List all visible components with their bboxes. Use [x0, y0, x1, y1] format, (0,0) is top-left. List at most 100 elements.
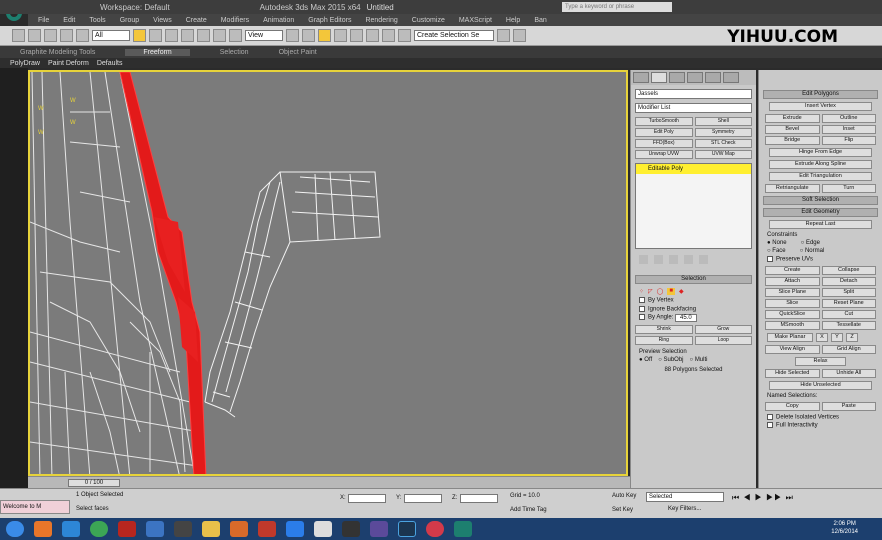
window-crossing-icon[interactable] — [181, 29, 194, 42]
mod-shell[interactable]: Shell — [694, 117, 752, 126]
insert-vertex-button[interactable]: Insert Vertex — [769, 102, 872, 111]
select-object-icon[interactable] — [133, 29, 146, 42]
move-icon[interactable] — [197, 29, 210, 42]
create-tab-icon[interactable] — [633, 72, 649, 83]
edit-geometry-header[interactable]: Edit Geometry — [763, 208, 878, 217]
app-icon-4[interactable] — [314, 521, 332, 537]
stack-item-editable-poly[interactable]: Editable Poly — [636, 164, 751, 174]
perspective-viewport[interactable]: W W W W — [28, 70, 628, 476]
mod-symmetry[interactable]: Symmetry — [694, 128, 752, 137]
split-checkbox[interactable]: Split — [821, 287, 876, 297]
subtab-paint-deform[interactable]: Paint Deform — [48, 60, 89, 67]
time-slider[interactable]: 0 / 100 — [68, 479, 120, 487]
key-filters-button[interactable]: Key Filters... — [668, 506, 701, 512]
mod-turbosmooth[interactable]: TurboSmooth — [635, 117, 693, 126]
grid-align-button[interactable]: Grid Align — [821, 344, 876, 354]
soft-selection-header[interactable]: Soft Selection — [763, 196, 878, 205]
start-button-icon[interactable] — [6, 521, 24, 537]
outline-button[interactable]: Outline — [821, 114, 876, 123]
menu-item-tools[interactable]: Tools — [89, 17, 105, 24]
mod-stl-check[interactable]: STL Check — [694, 139, 752, 148]
align-icon[interactable] — [513, 29, 526, 42]
border-icon[interactable]: ◯ — [657, 288, 664, 295]
app-icon-7[interactable] — [426, 521, 444, 537]
app-icon-2[interactable] — [174, 521, 192, 537]
select-by-name-icon[interactable] — [149, 29, 162, 42]
firefox-icon[interactable] — [34, 521, 52, 537]
grow-button[interactable]: Grow — [694, 324, 752, 334]
dropbox-icon[interactable] — [286, 521, 304, 537]
tab-graphite[interactable]: Graphite Modeling Tools — [20, 49, 95, 56]
preserve-uvs-checkbox[interactable] — [767, 256, 773, 262]
subtab-polydraw[interactable]: PolyDraw — [10, 60, 40, 67]
mirror-icon[interactable] — [497, 29, 510, 42]
tab-object-paint[interactable]: Object Paint — [279, 49, 317, 56]
pin-stack-icon[interactable] — [639, 255, 648, 264]
bridge-button[interactable]: Bridge — [765, 136, 820, 145]
undo-icon[interactable] — [12, 29, 25, 42]
slice-plane-button[interactable]: Slice Plane — [765, 287, 820, 297]
edit-triangulation-button[interactable]: Edit Triangulation — [769, 172, 872, 181]
unhide-all-button[interactable]: Unhide All — [821, 368, 876, 378]
turn-button[interactable]: Turn — [821, 184, 876, 193]
menu-item-file[interactable]: File — [38, 17, 49, 24]
rect-region-icon[interactable] — [165, 29, 178, 42]
constraint-normal-radio[interactable]: ○ Normal — [800, 248, 825, 254]
planar-z-button[interactable]: Z — [846, 332, 858, 342]
bevel-button[interactable]: Bevel — [765, 125, 820, 134]
ring-button[interactable]: Ring — [635, 335, 693, 345]
menu-item-ban[interactable]: Ban — [534, 17, 546, 24]
search-input[interactable]: Type a keyword or phrase — [562, 2, 672, 12]
menu-item-rendering[interactable]: Rendering — [365, 17, 397, 24]
menu-item-help[interactable]: Help — [506, 17, 520, 24]
3dsmax-taskbar-icon[interactable] — [454, 521, 472, 537]
key-selection-select[interactable]: Selected — [646, 492, 724, 502]
folder-icon[interactable] — [202, 521, 220, 537]
manipulate-icon[interactable] — [302, 29, 315, 42]
repeat-last-button[interactable]: Repeat Last — [769, 220, 872, 229]
display-tab-icon[interactable] — [705, 72, 721, 83]
loop-button[interactable]: Loop — [694, 335, 752, 345]
keyboard-shortcut-icon[interactable] — [318, 29, 331, 42]
slice-button[interactable]: Slice — [765, 298, 820, 308]
msmooth-button[interactable]: MSmooth — [765, 320, 820, 330]
hinge-button[interactable]: Hinge From Edge — [769, 148, 872, 157]
menu-item-graph-editors[interactable]: Graph Editors — [308, 17, 351, 24]
angle-snap-icon[interactable] — [350, 29, 363, 42]
mod-unwrap-uvw[interactable]: Unwrap UVW — [635, 150, 693, 159]
make-unique-icon[interactable] — [669, 255, 678, 264]
configure-sets-icon[interactable] — [699, 255, 708, 264]
chrome-icon[interactable] — [90, 521, 108, 537]
menu-item-modifiers[interactable]: Modifiers — [221, 17, 249, 24]
element-icon[interactable]: ◆ — [679, 288, 684, 295]
make-planar-button[interactable]: Make Planar — [767, 332, 813, 342]
create-button[interactable]: Create — [765, 265, 820, 275]
modify-tab-icon[interactable] — [651, 72, 667, 83]
remove-modifier-icon[interactable] — [684, 255, 693, 264]
rotate-icon[interactable] — [213, 29, 226, 42]
shrink-button[interactable]: Shrink — [635, 324, 693, 334]
cut-button[interactable]: Cut — [821, 309, 876, 319]
pivot-icon[interactable] — [286, 29, 299, 42]
polygon-icon[interactable]: ■ — [667, 288, 675, 295]
reset-plane-button[interactable]: Reset Plane — [821, 298, 876, 308]
edit-polygons-header[interactable]: Edit Polygons — [763, 90, 878, 99]
delete-isolated-checkbox[interactable] — [767, 413, 773, 420]
set-key-button[interactable]: Set Key — [612, 507, 633, 513]
named-selection-select[interactable]: Create Selection Se — [414, 30, 494, 41]
maxscript-listener[interactable]: Welcome to M — [0, 500, 70, 514]
vertex-icon[interactable]: ⁘ — [639, 288, 644, 295]
utilities-tab-icon[interactable] — [723, 72, 739, 83]
by-vertex-checkbox[interactable] — [639, 297, 645, 303]
detach-button[interactable]: Detach — [821, 276, 876, 286]
x-coord-field[interactable] — [348, 494, 386, 503]
menu-item-edit[interactable]: Edit — [63, 17, 75, 24]
y-coord-field[interactable] — [404, 494, 442, 503]
reference-coord-select[interactable]: View — [245, 30, 283, 41]
edit-named-sel-icon[interactable] — [398, 29, 411, 42]
motion-tab-icon[interactable] — [687, 72, 703, 83]
playback-controls[interactable]: ⏮ ◀ ▶ ▶▶ ⏭ — [732, 493, 794, 503]
menu-item-create[interactable]: Create — [186, 17, 207, 24]
menu-item-views[interactable]: Views — [153, 17, 172, 24]
flip-button[interactable]: Flip — [821, 136, 876, 145]
